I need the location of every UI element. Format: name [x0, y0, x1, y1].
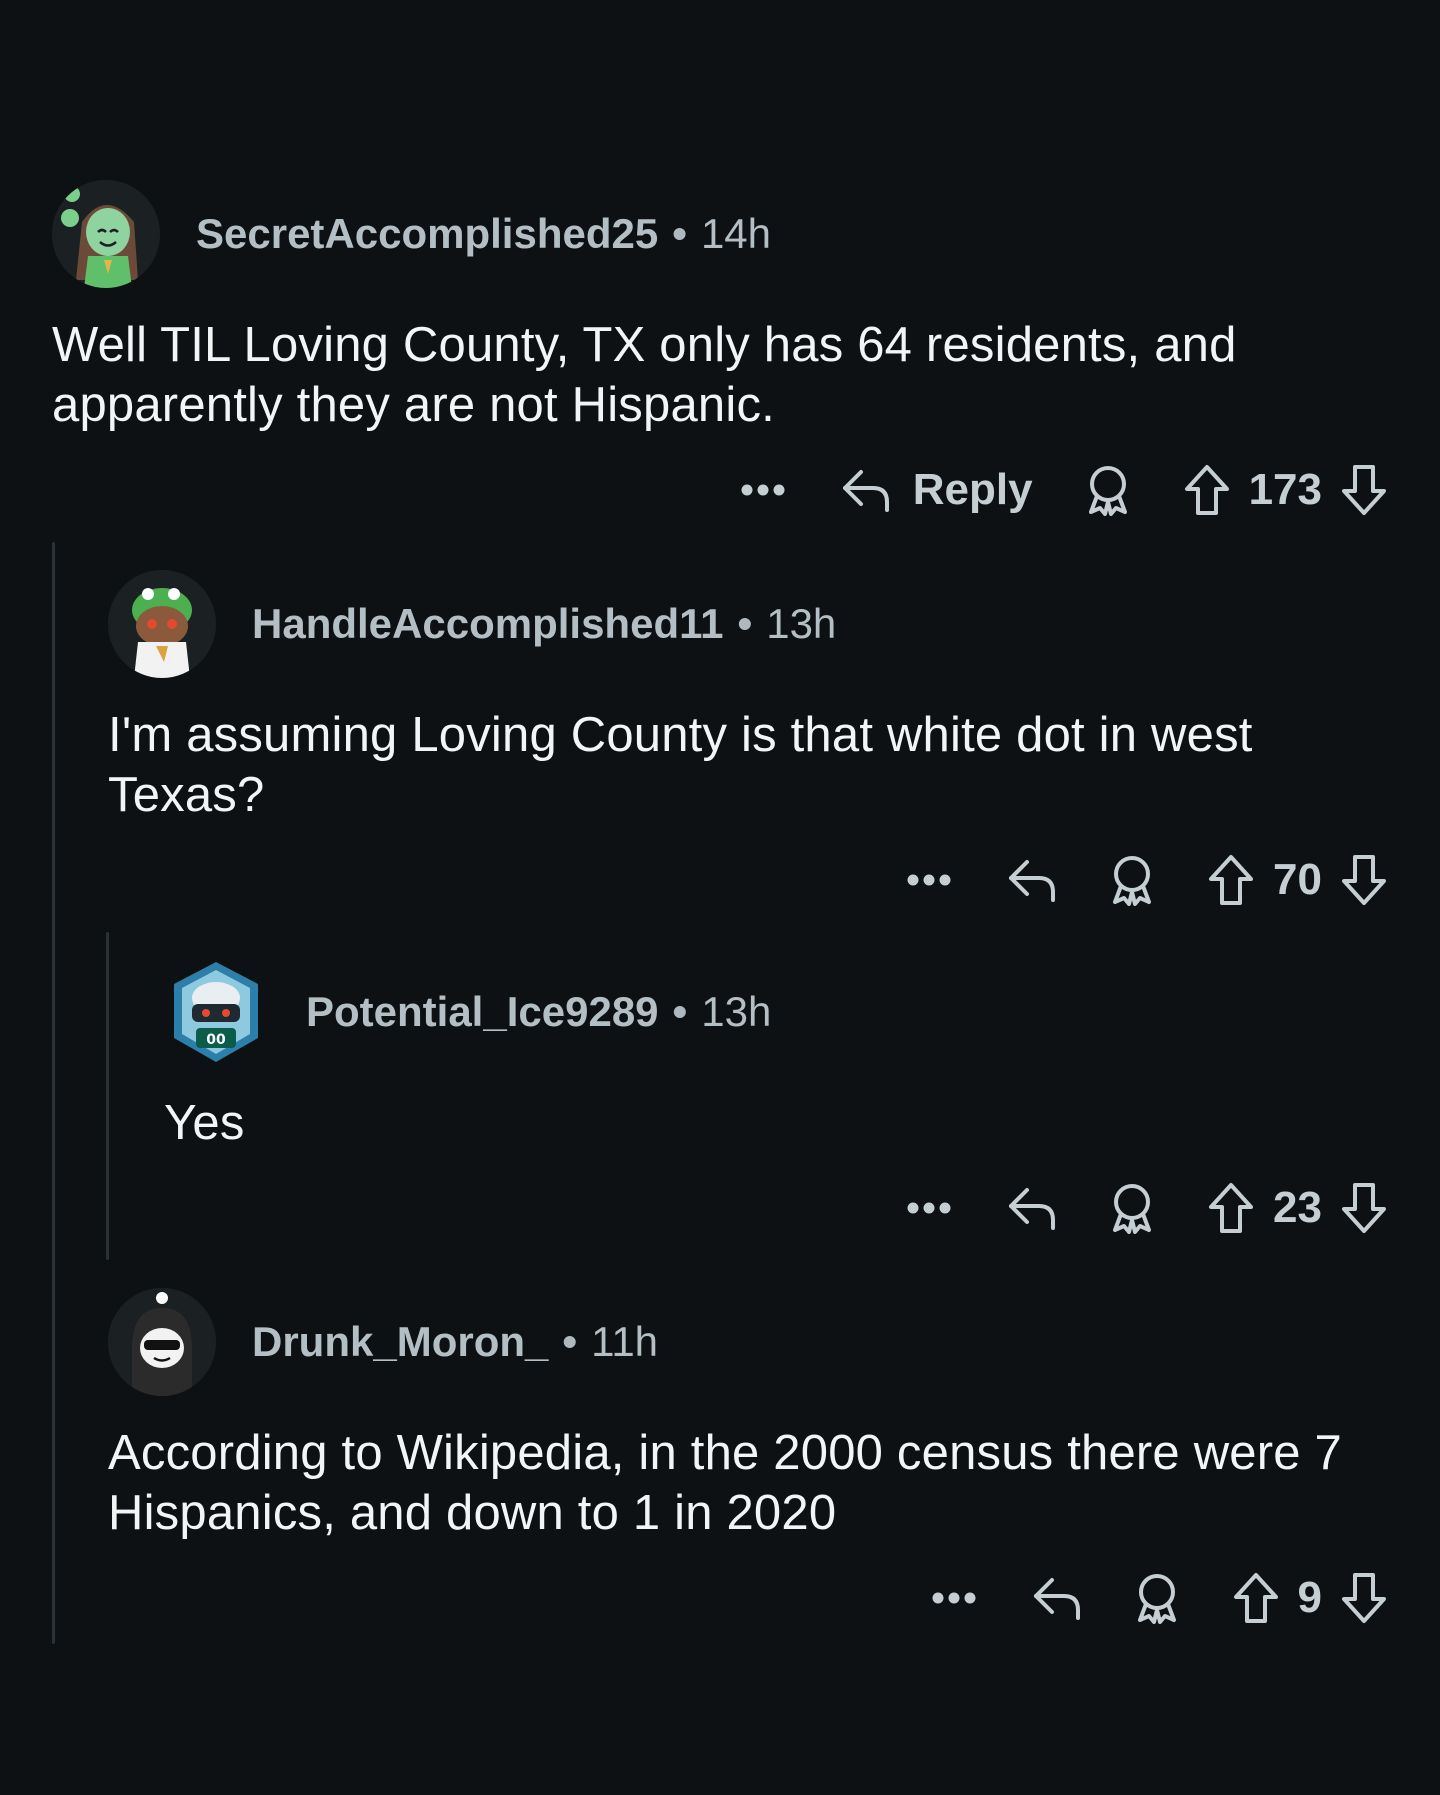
separator-dot: •: [737, 600, 753, 647]
award-icon[interactable]: [1109, 854, 1155, 906]
vote-score: 23: [1273, 1183, 1322, 1232]
username[interactable]: Drunk_Moron_: [252, 1318, 548, 1366]
timestamp: 13h: [766, 600, 837, 647]
avatar[interactable]: [52, 180, 160, 288]
separator-dot: •: [672, 988, 688, 1035]
more-icon[interactable]: [903, 848, 955, 912]
comment-meta: SecretAccomplished25 • 14h: [196, 210, 771, 258]
comment-actions: 9: [928, 1566, 1388, 1630]
avatar[interactable]: [108, 1288, 216, 1396]
separator-dot: •: [562, 1318, 578, 1365]
vote-score: 9: [1297, 1573, 1322, 1622]
comment-body: I'm assuming Loving County is that white…: [108, 708, 1253, 822]
upvote-icon[interactable]: [1183, 463, 1231, 517]
award-icon[interactable]: [1109, 1182, 1155, 1234]
username[interactable]: HandleAccomplished11: [252, 600, 724, 648]
reply-icon: [1007, 858, 1057, 902]
username[interactable]: SecretAccomplished25: [196, 210, 658, 258]
timestamp: 13h: [701, 988, 772, 1035]
comment-body: Well TIL Loving County, TX only has 64 r…: [52, 318, 1237, 432]
upvote-icon[interactable]: [1207, 1181, 1255, 1235]
upvote-icon[interactable]: [1232, 1571, 1280, 1625]
reply-icon: [1032, 1576, 1082, 1620]
comment-body: According to Wikipedia, in the 2000 cens…: [108, 1426, 1342, 1540]
username[interactable]: Potential_Ice9289: [306, 988, 659, 1036]
upvote-icon[interactable]: [1207, 853, 1255, 907]
svg-text:00: 00: [206, 1032, 226, 1048]
reply-button[interactable]: [1007, 858, 1057, 902]
comment-actions: Reply 173: [737, 458, 1388, 522]
comment-meta: Potential_Ice9289 • 13h: [306, 988, 771, 1036]
separator-dot: •: [672, 210, 687, 257]
reply-button[interactable]: [1007, 1186, 1057, 1230]
reply-button[interactable]: [1032, 1576, 1082, 1620]
downvote-icon[interactable]: [1340, 1571, 1388, 1625]
comment-meta: Drunk_Moron_ • 11h: [252, 1318, 658, 1366]
comment-body: Yes: [164, 1096, 245, 1150]
more-icon[interactable]: [928, 1566, 980, 1630]
thread-line-level-2[interactable]: [106, 932, 109, 1260]
reply-icon: [1007, 1186, 1057, 1230]
award-icon[interactable]: [1134, 1572, 1180, 1624]
downvote-icon[interactable]: [1340, 853, 1388, 907]
comment-meta: HandleAccomplished11 • 13h: [252, 600, 836, 648]
avatar[interactable]: [108, 570, 216, 678]
timestamp: 14h: [700, 210, 772, 257]
reply-icon: [841, 468, 891, 512]
comment-header: SecretAccomplished25 • 14h: [52, 180, 771, 288]
more-icon[interactable]: [737, 458, 789, 522]
reply-button[interactable]: Reply: [841, 465, 1033, 515]
comment-actions: 70: [903, 848, 1388, 912]
thread-line-level-1[interactable]: [52, 542, 55, 1644]
comment-header: 00 Potential_Ice9289 • 13h: [162, 958, 771, 1066]
comment-actions: 23: [903, 1176, 1388, 1240]
award-icon[interactable]: [1085, 464, 1131, 516]
downvote-icon[interactable]: [1340, 463, 1388, 517]
comment-header: Drunk_Moron_ • 11h: [108, 1288, 658, 1396]
reply-label: Reply: [912, 465, 1033, 514]
comment-header: HandleAccomplished11 • 13h: [108, 570, 836, 678]
vote-score: 70: [1273, 855, 1322, 904]
vote-score: 173: [1248, 465, 1322, 514]
downvote-icon[interactable]: [1340, 1181, 1388, 1235]
more-icon[interactable]: [903, 1176, 955, 1240]
avatar[interactable]: 00: [162, 958, 270, 1066]
timestamp: 11h: [591, 1318, 659, 1365]
